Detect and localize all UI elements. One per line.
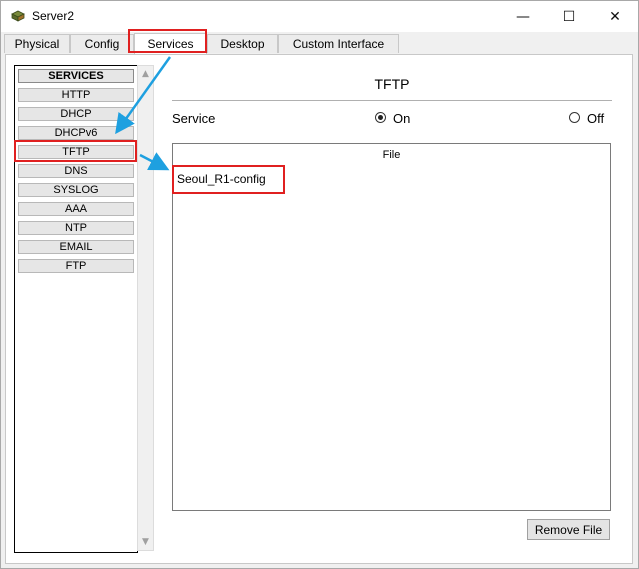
tab-physical[interactable]: Physical bbox=[4, 34, 70, 53]
title-bar: Server2 — ☐ ✕ bbox=[1, 1, 638, 32]
maximize-button[interactable]: ☐ bbox=[546, 1, 592, 32]
panel-title: TFTP bbox=[374, 76, 410, 92]
maximize-icon: ☐ bbox=[562, 8, 576, 25]
divider bbox=[172, 100, 612, 101]
tab-bar: Physical Config Services Desktop Custom … bbox=[1, 33, 638, 54]
sidebar-item-syslog[interactable]: SYSLOG bbox=[18, 183, 134, 197]
sidebar-item-dns[interactable]: DNS bbox=[18, 164, 134, 178]
service-label: Service bbox=[172, 111, 216, 126]
service-on-label[interactable]: On bbox=[393, 111, 410, 126]
sidebar-item-aaa[interactable]: AAA bbox=[18, 202, 134, 216]
service-off-radio[interactable] bbox=[569, 112, 580, 123]
close-icon: ✕ bbox=[609, 8, 621, 25]
sidebar-item-dhcp[interactable]: DHCP bbox=[18, 107, 134, 121]
sidebar-item-dhcpv6[interactable]: DHCPv6 bbox=[18, 126, 134, 140]
close-button[interactable]: ✕ bbox=[592, 1, 638, 32]
services-list-header: SERVICES bbox=[18, 69, 134, 83]
sidebar-item-http[interactable]: HTTP bbox=[18, 88, 134, 102]
sidebar-item-tftp[interactable]: TFTP bbox=[18, 145, 134, 159]
sidebar-item-ntp[interactable]: NTP bbox=[18, 221, 134, 235]
services-scrollbar[interactable]: ▲ ▼ bbox=[137, 65, 154, 551]
radio-selected-dot bbox=[378, 115, 383, 120]
server-icon bbox=[11, 10, 25, 22]
tab-custom-interface[interactable]: Custom Interface bbox=[278, 34, 399, 53]
tab-desktop[interactable]: Desktop bbox=[207, 34, 278, 53]
service-off-label[interactable]: Off bbox=[587, 111, 604, 126]
file-column-header: File bbox=[382, 149, 401, 161]
chevron-down-icon[interactable]: ▼ bbox=[138, 534, 153, 550]
chevron-up-icon[interactable]: ▲ bbox=[138, 66, 153, 82]
minimize-icon: — bbox=[516, 8, 530, 25]
tab-config[interactable]: Config bbox=[70, 34, 134, 53]
tab-services[interactable]: Services bbox=[134, 33, 207, 54]
sidebar-item-ftp[interactable]: FTP bbox=[18, 259, 134, 273]
remove-file-button[interactable]: Remove File bbox=[527, 519, 610, 540]
sidebar-item-email[interactable]: EMAIL bbox=[18, 240, 134, 254]
minimize-button[interactable]: — bbox=[500, 1, 546, 32]
file-item[interactable]: Seoul_R1-config bbox=[177, 172, 266, 186]
window-title: Server2 bbox=[32, 9, 75, 23]
service-on-radio[interactable] bbox=[375, 112, 386, 123]
services-list: SERVICES HTTP DHCP DHCPv6 TFTP DNS SYSLO… bbox=[14, 65, 138, 553]
file-list: File Seoul_R1-config bbox=[172, 143, 611, 511]
